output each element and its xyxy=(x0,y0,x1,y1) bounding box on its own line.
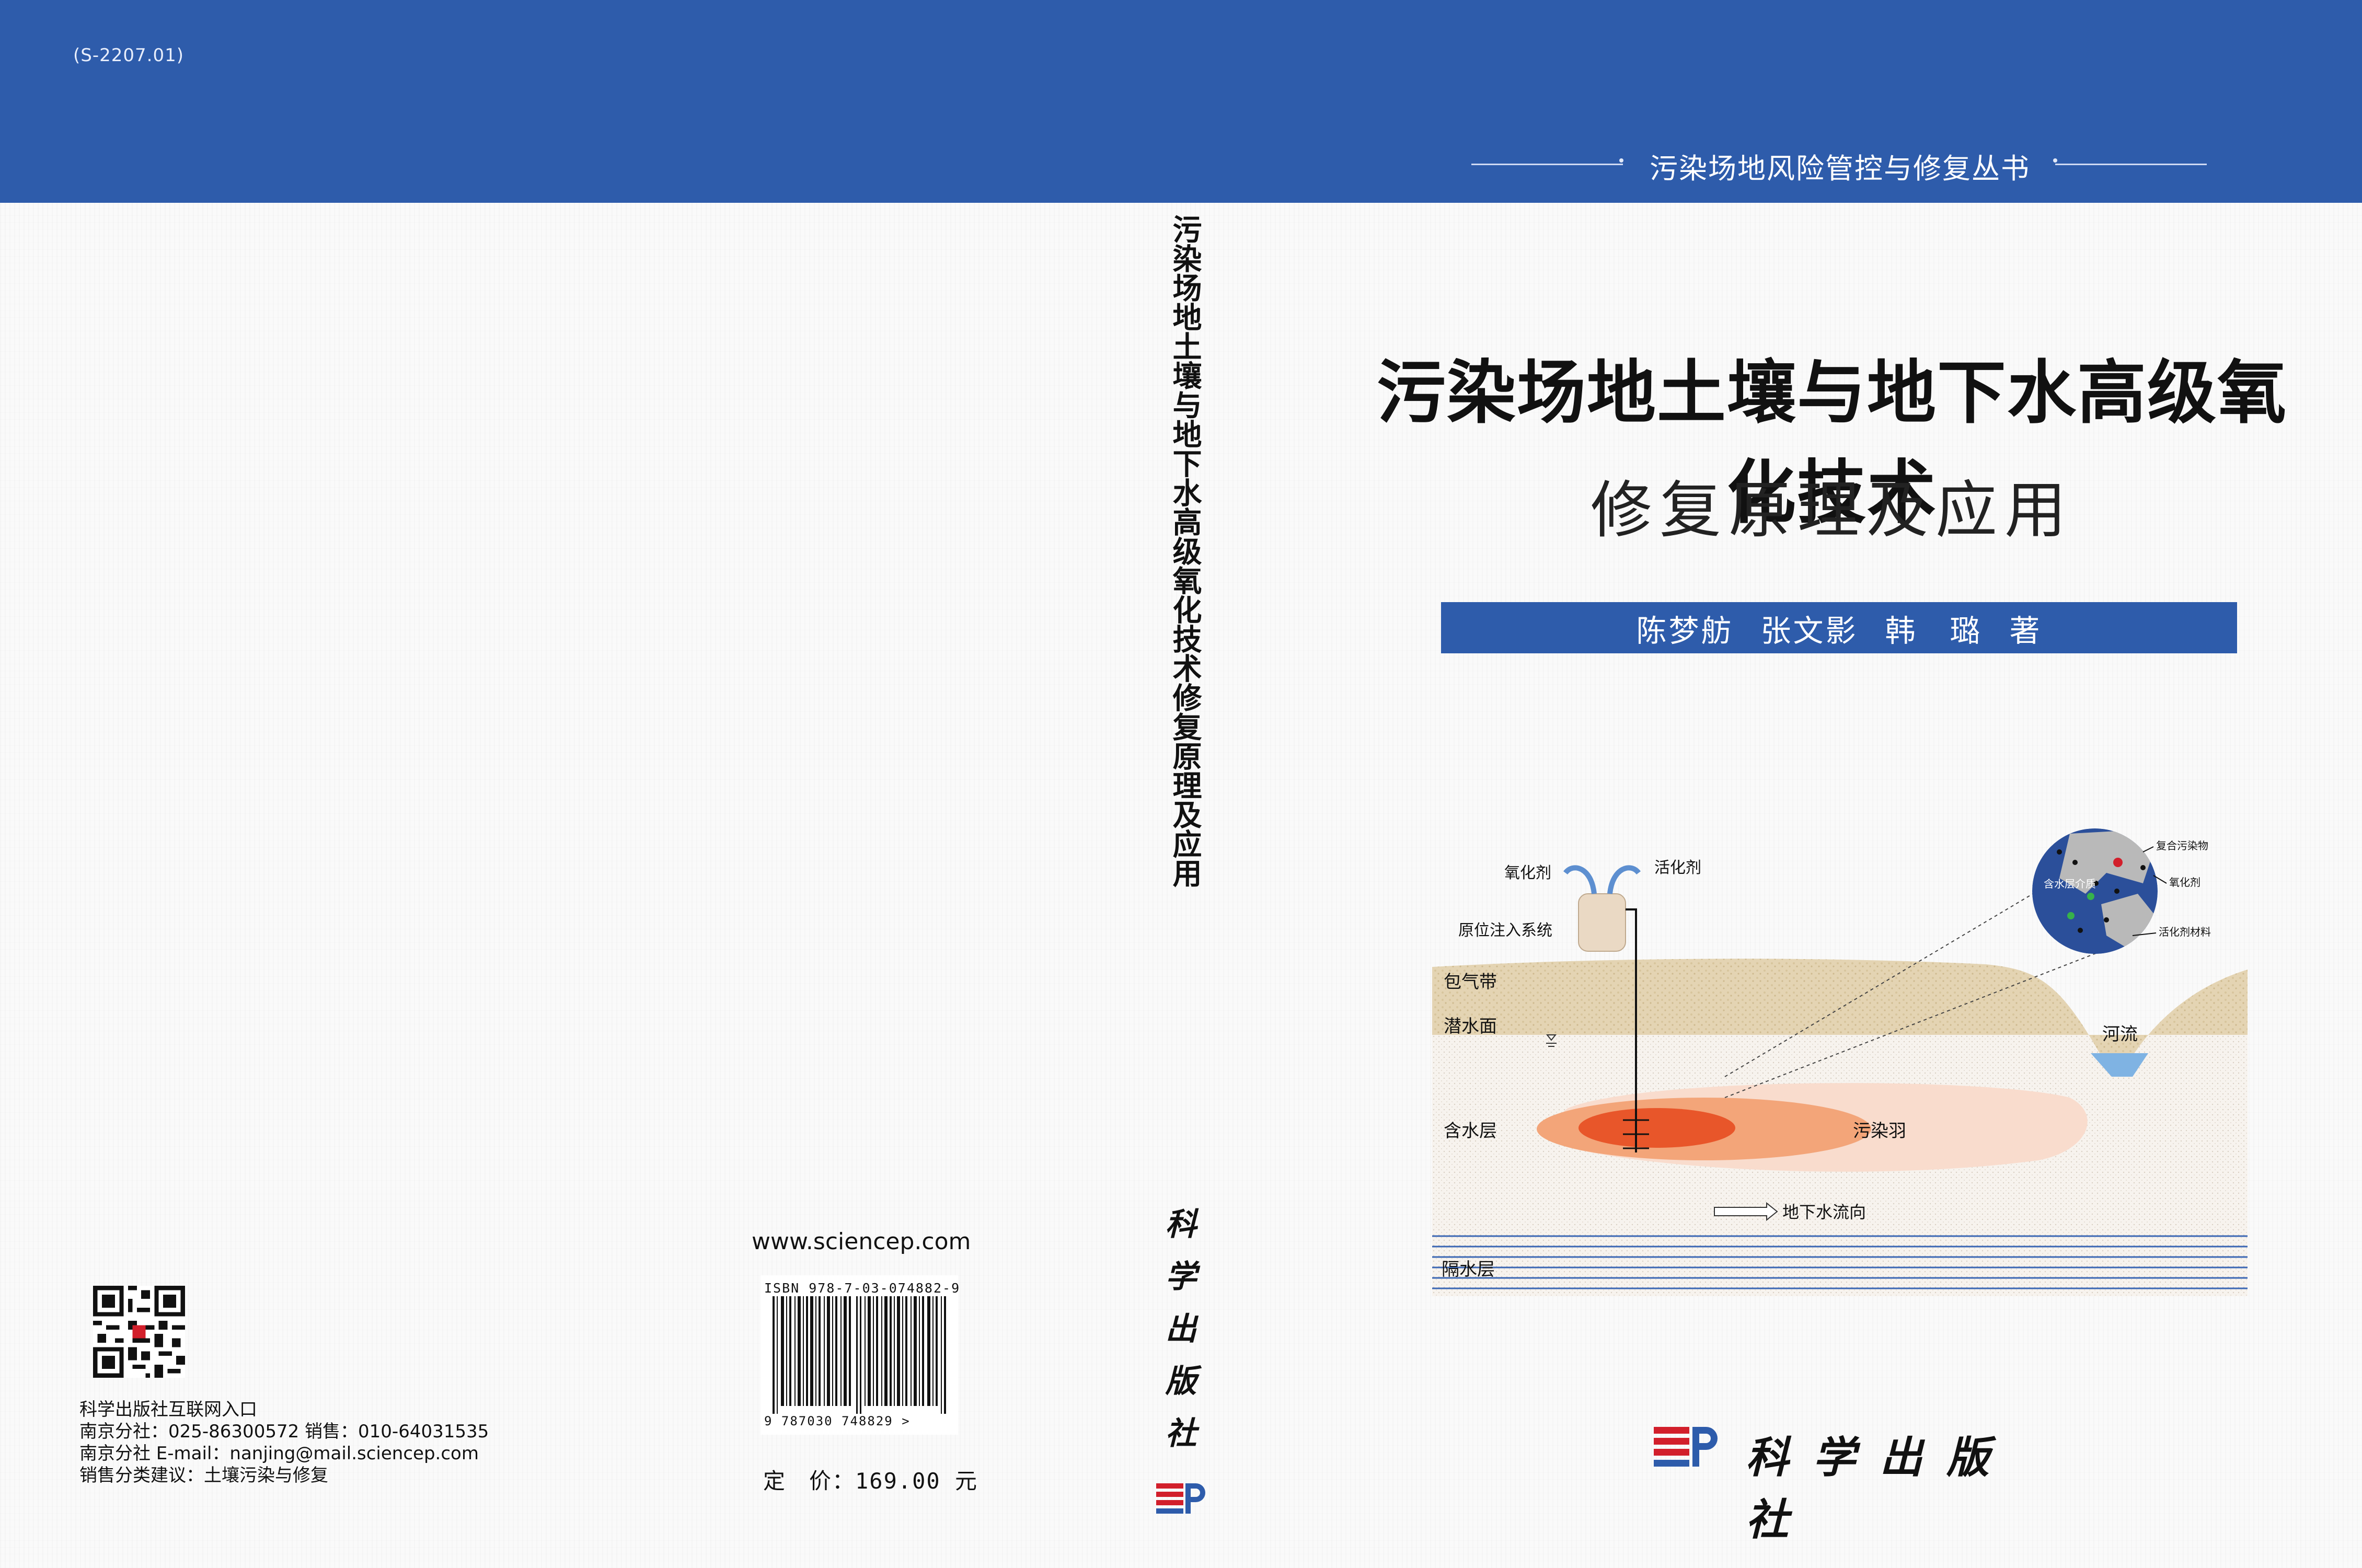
series-divider-dot-right xyxy=(2053,158,2057,163)
spine-title: 污染场地土壤与地下水高级氧化技术修复原理及应用 xyxy=(1168,214,1202,887)
label-inset-medium: 含水层介质 xyxy=(2044,878,2096,890)
label-aquifer: 含水层 xyxy=(1444,1121,1497,1142)
barcode-icon xyxy=(773,1296,946,1414)
label-water-table: 潜水面 xyxy=(1444,1016,1497,1037)
label-flow-direction: 地下水流向 xyxy=(1782,1202,1866,1222)
label-vadose-zone: 包气带 xyxy=(1444,972,1497,993)
front-publisher: 科学出版社 xyxy=(1746,1433,2013,1545)
remediation-illustration: 氧化剂 活化剂 原位注入系统 包气带 潜水面 含水层 污染羽 河流 地下水流向 … xyxy=(1432,828,2248,1296)
label-inset-activator-material: 活化剂材料 xyxy=(2159,926,2211,938)
info-line-2: 南京分社：025-86300572 销售：010-64031535 xyxy=(79,1421,489,1442)
series-title: 污染场地风险管控与修复丛书 xyxy=(1650,152,2030,185)
author-role: 著 xyxy=(2009,613,2042,649)
plume-core xyxy=(1578,1108,1735,1148)
price: 定 价：169.00 元 xyxy=(763,1468,978,1494)
publisher-info: 科学出版社互联网入口 南京分社：025-86300572 销售：010-6403… xyxy=(79,1399,489,1486)
book-cover: (S-2207.01) 污染场地风险管控与修复丛书 污染场地土壤与地下水高级氧化… xyxy=(0,0,2362,1568)
author-2: 张文影 xyxy=(1760,613,1858,649)
series-divider-left xyxy=(1471,164,1623,165)
activator-arrow-icon xyxy=(1607,865,1641,894)
label-activator: 活化剂 xyxy=(1654,859,1701,877)
barcode-digits: 9 787030 748829 > xyxy=(764,1414,911,1428)
oxidant-arrow-icon xyxy=(1563,865,1597,894)
author-1: 陈梦舫 xyxy=(1636,613,1734,649)
authors: 陈梦舫 张文影韩 璐著 xyxy=(1441,606,2237,650)
spine-publisher: 科学出版社 xyxy=(1160,1207,1196,1469)
label-injection-system: 原位注入系统 xyxy=(1458,921,1552,940)
injection-tank-icon xyxy=(1578,893,1626,952)
series-divider-dot-left xyxy=(1619,158,1623,163)
label-inset-contaminant: 复合污染物 xyxy=(2156,839,2208,852)
info-line-1: 科学出版社互联网入口 xyxy=(79,1399,257,1420)
label-inset-oxidant: 氧化剂 xyxy=(2169,876,2200,889)
isbn-text: ISBN 978-7-03-074882-9 xyxy=(764,1281,961,1296)
label-river: 河流 xyxy=(2102,1024,2138,1045)
series-divider-right xyxy=(2055,164,2207,165)
label-plume: 污染羽 xyxy=(1853,1121,1906,1142)
author-3: 韩 璐 xyxy=(1885,613,1983,649)
label-oxidant: 氧化剂 xyxy=(1504,864,1551,882)
book-subtitle: 修复原理及应用 xyxy=(1590,474,2073,546)
qr-code-icon xyxy=(93,1286,185,1378)
label-aquitard: 隔水层 xyxy=(1442,1259,1495,1280)
front-publisher-logo-icon xyxy=(1654,1427,1718,1467)
publisher-website: www.sciencep.com xyxy=(752,1228,971,1255)
info-line-3: 南京分社 E-mail：nanjing@mail.sciencep.com xyxy=(79,1443,479,1464)
series-code: (S-2207.01) xyxy=(73,45,184,66)
spine-publisher-logo-icon xyxy=(1156,1483,1205,1514)
info-line-4: 销售分类建议：土壤污染与修复 xyxy=(79,1465,328,1486)
